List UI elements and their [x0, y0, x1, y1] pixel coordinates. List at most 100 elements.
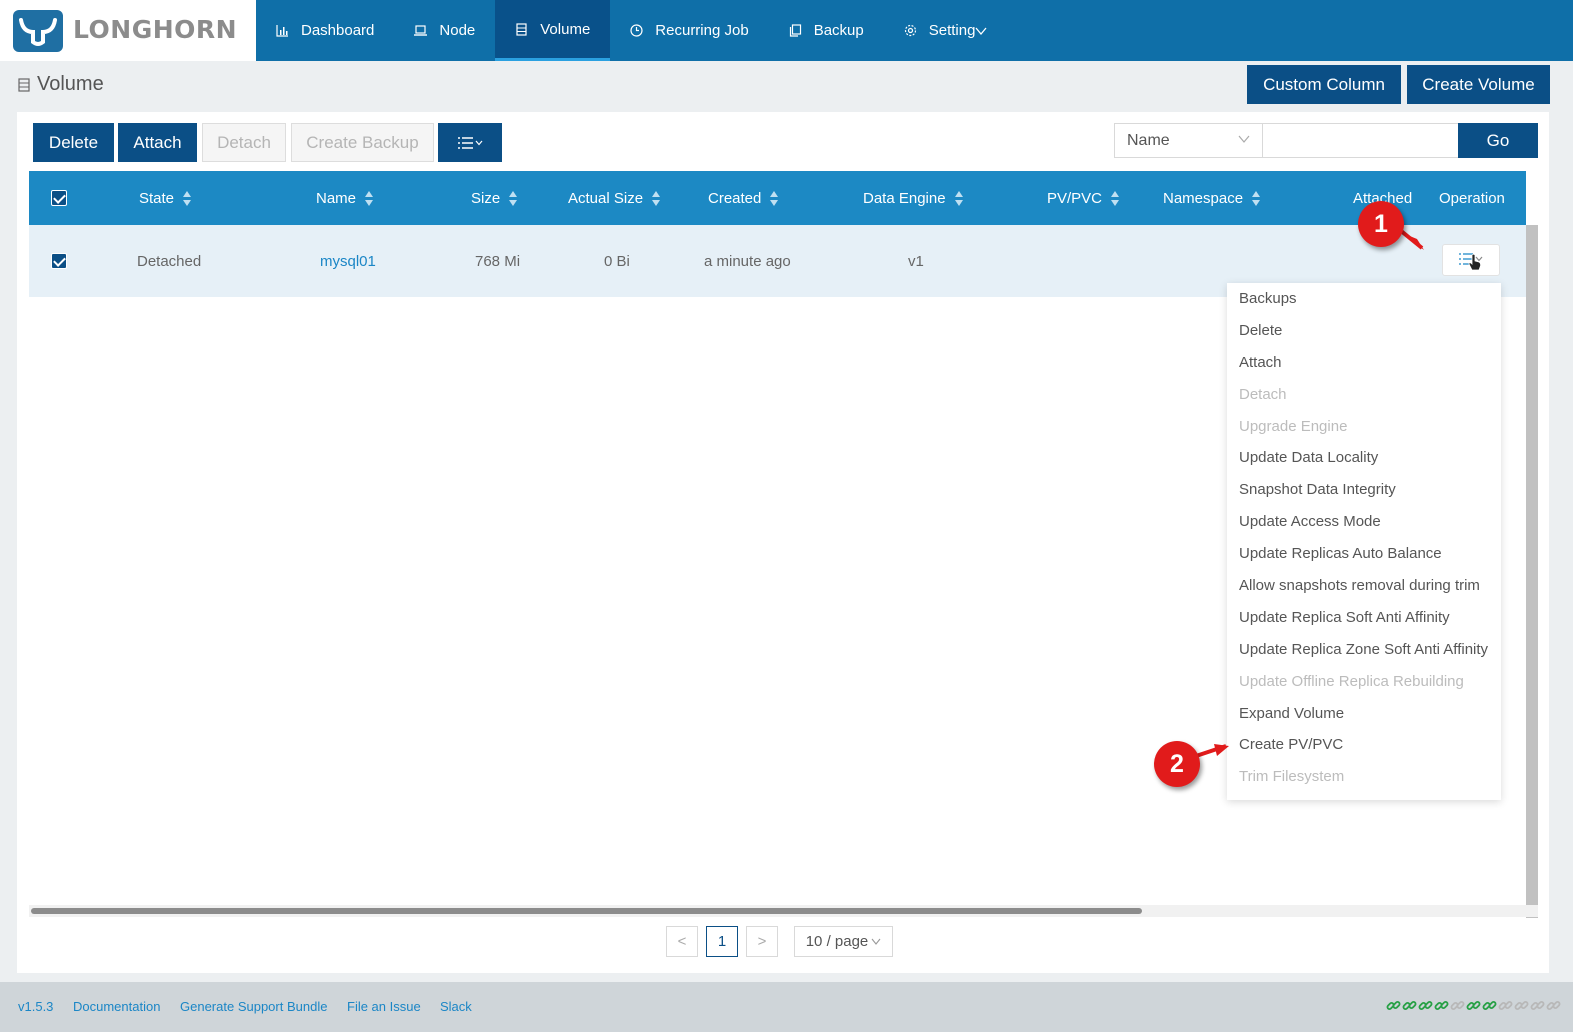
delete-button[interactable]: Delete — [33, 123, 114, 162]
sort-icon — [770, 190, 779, 206]
detach-button[interactable]: Detach — [202, 123, 286, 162]
column-actual-size[interactable]: Actual Size — [568, 171, 661, 225]
sort-icon — [954, 190, 964, 206]
page-title: Volume — [18, 73, 104, 96]
menu-item-update-access-mode[interactable]: Update Access Mode — [1227, 506, 1501, 538]
cell-data-engine: v1 — [908, 252, 924, 270]
link-chain-icon — [1402, 1001, 1417, 1010]
database-icon — [18, 77, 30, 92]
column-created[interactable]: Created — [708, 171, 779, 225]
column-pv-pvc[interactable]: PV/PVC — [1047, 171, 1120, 225]
sort-icon — [1111, 190, 1120, 206]
sort-icon — [365, 190, 374, 206]
link-chain-icon — [1418, 1001, 1433, 1010]
logo-text: LONGHORN — [73, 15, 238, 44]
menu-item-backups[interactable]: Backups — [1227, 283, 1501, 315]
menu-item-create-pv-pvc[interactable]: Create PV/PVC — [1227, 729, 1501, 761]
menu-item-allow-snapshots-removal[interactable]: Allow snapshots removal during trim — [1227, 570, 1501, 602]
health-indicators — [1386, 998, 1561, 1013]
pagination-prev[interactable]: < — [666, 926, 698, 957]
clock-icon — [630, 24, 643, 37]
horizontal-scrollbar[interactable] — [29, 905, 1538, 917]
menu-item-attach[interactable]: Attach — [1227, 347, 1501, 379]
nav-dashboard[interactable]: Dashboard — [256, 0, 394, 61]
sort-icon — [652, 190, 661, 206]
file-issue-link[interactable]: File an Issue — [347, 999, 421, 1014]
hand-cursor-icon — [1468, 253, 1481, 271]
menu-item-trim-filesystem[interactable]: Trim Filesystem — [1227, 761, 1501, 793]
link-chain-icon — [1530, 1001, 1545, 1010]
slack-link[interactable]: Slack — [440, 999, 472, 1014]
menu-item-update-data-locality[interactable]: Update Data Locality — [1227, 442, 1501, 474]
menu-item-upgrade-engine[interactable]: Upgrade Engine — [1227, 411, 1501, 443]
support-bundle-link[interactable]: Generate Support Bundle — [180, 999, 327, 1014]
search-field-select[interactable]: Name — [1114, 123, 1263, 158]
gear-icon — [904, 24, 916, 37]
cell-name-link[interactable]: mysql01 — [320, 225, 376, 297]
page-size-select[interactable]: 10 / page — [794, 926, 893, 957]
custom-column-button[interactable]: Custom Column — [1247, 65, 1401, 104]
search-field-value: Name — [1127, 131, 1170, 149]
nav-recurring-job-label: Recurring Job — [655, 22, 749, 39]
column-namespace[interactable]: Namespace — [1163, 171, 1261, 225]
nav-recurring-job[interactable]: Recurring Job — [610, 0, 768, 61]
vertical-scrollbar[interactable] — [1526, 225, 1538, 918]
menu-item-expand-volume[interactable]: Expand Volume — [1227, 698, 1501, 730]
nav-backup-label: Backup — [813, 22, 864, 39]
select-all-checkbox[interactable] — [51, 171, 67, 225]
bulk-actions-dropdown[interactable] — [438, 123, 502, 162]
documentation-link[interactable]: Documentation — [73, 999, 160, 1014]
create-backup-button[interactable]: Create Backup — [291, 123, 434, 162]
chevron-down-icon — [871, 938, 881, 945]
cell-size: 768 Mi — [475, 252, 521, 270]
menu-item-update-replica-soft-anti-affinity[interactable]: Update Replica Soft Anti Affinity — [1227, 602, 1501, 634]
attach-button[interactable]: Attach — [118, 123, 197, 162]
pagination-next[interactable]: > — [746, 926, 778, 957]
nav-node-label: Node — [439, 22, 476, 39]
nav-setting-label: Setting — [928, 22, 976, 39]
list-chevron-icon — [458, 136, 483, 149]
nav-volume[interactable]: Volume — [495, 0, 611, 61]
annotation-badge-1: 1 — [1358, 201, 1404, 247]
column-data-engine[interactable]: Data Engine — [863, 171, 964, 225]
column-size[interactable]: Size — [471, 171, 518, 225]
top-navigation-bar: LONGHORN Dashboard Node Volume Recurring… — [0, 0, 1573, 61]
menu-item-snapshot-data-integrity[interactable]: Snapshot Data Integrity — [1227, 474, 1501, 506]
column-name[interactable]: Name — [316, 171, 374, 225]
laptop-icon — [414, 25, 428, 36]
column-operation: Operation — [1439, 189, 1505, 207]
menu-item-detach[interactable]: Detach — [1227, 379, 1501, 411]
operation-dropdown-button[interactable] — [1442, 244, 1500, 276]
sort-icon — [1252, 190, 1261, 206]
create-volume-button[interactable]: Create Volume — [1407, 65, 1550, 104]
menu-item-delete[interactable]: Delete — [1227, 315, 1501, 347]
menu-item-update-replica-zone-soft-anti-affinity[interactable]: Update Replica Zone Soft Anti Affinity — [1227, 634, 1501, 666]
menu-item-update-replicas-auto-balance[interactable]: Update Replicas Auto Balance — [1227, 538, 1501, 570]
page-size-value: 10 / page — [805, 933, 869, 950]
sort-icon — [183, 190, 192, 206]
horizontal-scrollbar-thumb[interactable] — [31, 908, 1142, 914]
row-checkbox[interactable] — [51, 225, 67, 297]
link-chain-icon — [1450, 1001, 1465, 1010]
link-chain-icon — [1386, 1001, 1401, 1010]
column-state[interactable]: State — [139, 171, 192, 225]
annotation-badge-2: 2 — [1154, 741, 1200, 787]
nav-volume-label: Volume — [540, 20, 591, 38]
link-chain-icon — [1514, 1001, 1529, 1010]
search-input[interactable] — [1262, 123, 1459, 158]
go-button[interactable]: Go — [1458, 123, 1538, 158]
main-nav: Dashboard Node Volume Recurring Job Back… — [256, 0, 1007, 61]
link-chain-icon — [1482, 1001, 1497, 1010]
pagination-page-1[interactable]: 1 — [706, 926, 738, 957]
bar-chart-icon — [276, 25, 288, 37]
version-link[interactable]: v1.5.3 — [18, 999, 53, 1014]
page-title-text: Volume — [37, 73, 104, 95]
copy-icon — [789, 24, 801, 37]
nav-node[interactable]: Node — [394, 0, 495, 61]
nav-setting[interactable]: Setting — [884, 0, 1008, 61]
link-chain-icon — [1466, 1001, 1481, 1010]
nav-dashboard-label: Dashboard — [301, 22, 375, 39]
logo[interactable]: LONGHORN — [0, 0, 256, 61]
menu-item-update-offline-replica-rebuilding[interactable]: Update Offline Replica Rebuilding — [1227, 666, 1501, 698]
nav-backup[interactable]: Backup — [769, 0, 884, 61]
